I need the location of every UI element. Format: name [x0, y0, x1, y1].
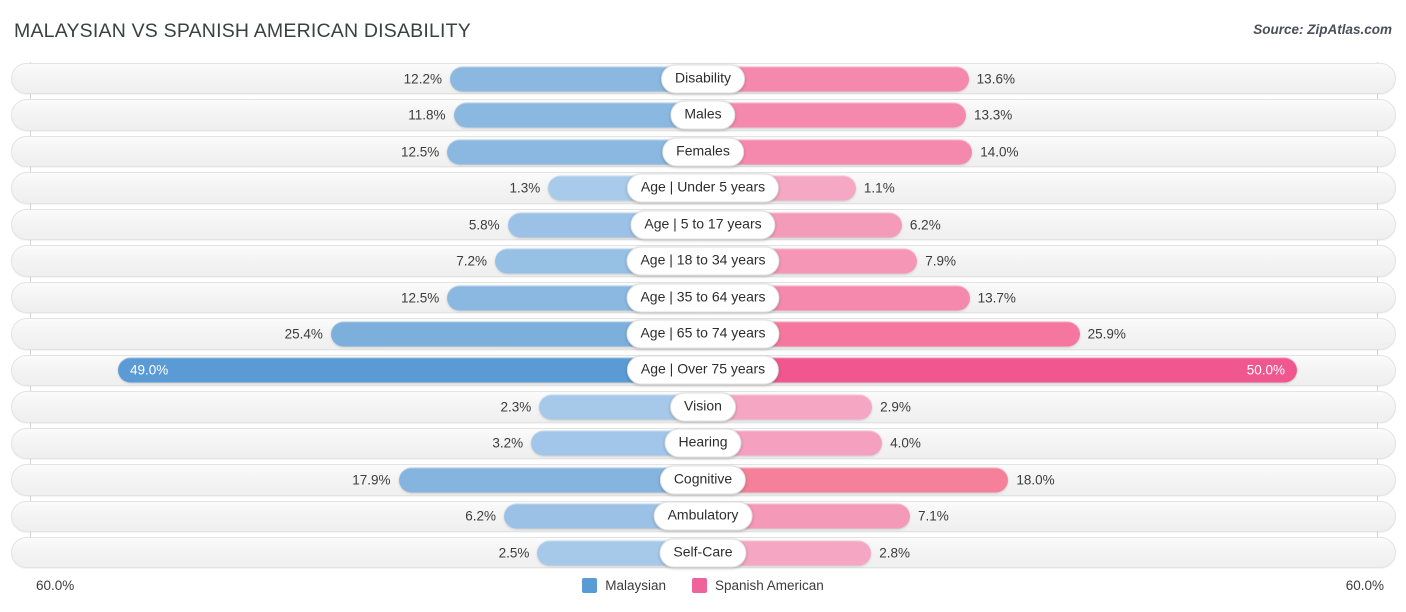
category-label-pill: Age | 18 to 34 years: [626, 246, 780, 276]
bar-malaysian[interactable]: [118, 357, 703, 383]
legend-label: Malaysian: [605, 578, 666, 593]
table-row: 49.0% 50.0% Age | Over 75 years: [0, 354, 1406, 387]
value-label-spanish-american: 2.8%: [879, 545, 911, 561]
table-row: 2.5% 2.8% Self-Care: [0, 536, 1406, 569]
chart-header: MALAYSIAN VS SPANISH AMERICAN DISABILITY…: [0, 0, 1406, 56]
category-label-pill: Females: [662, 137, 744, 167]
category-label-pill: Ambulatory: [653, 501, 753, 531]
value-label-spanish-american: 18.0%: [1016, 472, 1055, 488]
value-label-spanish-american: 7.9%: [925, 253, 957, 269]
legend-swatch-icon: [582, 578, 598, 593]
category-label-pill: Cognitive: [659, 465, 747, 495]
bar-spanish-american[interactable]: [703, 467, 1009, 493]
value-label-spanish-american: 13.3%: [973, 107, 1013, 123]
value-label-spanish-american: 50.0%: [1246, 362, 1285, 378]
chart-legend: Malaysian Spanish American: [0, 578, 1406, 593]
value-label-malaysian: 2.5%: [498, 545, 530, 561]
category-label-pill: Hearing: [664, 428, 742, 458]
bar-malaysian[interactable]: [398, 467, 703, 493]
diverging-bar-chart: 12.2% 13.6% Disability 11.8% 13.3% Males 12.5%…: [0, 62, 1406, 574]
category-label-pill: Age | 35 to 64 years: [626, 283, 780, 312]
value-label-malaysian: 12.5%: [400, 144, 440, 160]
page-title: MALAYSIAN VS SPANISH AMERICAN DISABILITY: [14, 20, 471, 42]
category-label-pill: Males: [670, 100, 736, 130]
value-label-spanish-american: 14.0%: [980, 144, 1019, 160]
bar-spanish-american[interactable]: [703, 102, 966, 128]
table-row: 17.9% 18.0% Cognitive: [0, 463, 1406, 496]
value-label-malaysian: 3.2%: [492, 435, 524, 451]
table-row: 2.3% 2.9% Vision: [0, 390, 1406, 423]
table-row: 5.8% 6.2% Age | 5 to 17 years: [0, 208, 1406, 241]
table-row: 1.3% 1.1% Age | Under 5 years: [0, 171, 1406, 204]
bar-spanish-american[interactable]: [703, 357, 1297, 383]
chart-rows: 12.2% 13.6% Disability 11.8% 13.3% Males 12.5%…: [0, 62, 1406, 573]
category-label-pill: Age | 65 to 74 years: [626, 319, 780, 349]
category-label-pill: Vision: [670, 392, 736, 422]
value-label-spanish-american: 25.9%: [1087, 326, 1126, 342]
value-label-spanish-american: 13.7%: [977, 290, 1016, 305]
category-label-pill: Age | Over 75 years: [626, 355, 780, 385]
legend-swatch-icon: [691, 578, 707, 593]
value-label-spanish-american: 1.1%: [863, 180, 895, 196]
value-label-malaysian: 1.3%: [509, 180, 541, 196]
bar-malaysian[interactable]: [453, 102, 703, 128]
category-label-pill: Age | Under 5 years: [626, 173, 780, 203]
value-label-malaysian: 12.5%: [400, 290, 440, 305]
source-attribution: Source: ZipAtlas.com: [1253, 22, 1392, 37]
category-label-pill: Self-Care: [659, 538, 747, 568]
category-label-pill: Age | 5 to 17 years: [630, 210, 776, 240]
table-row: 12.5% 13.7% Age | 35 to 64 years: [0, 281, 1406, 314]
value-label-malaysian: 6.2%: [465, 508, 497, 524]
table-row: 11.8% 13.3% Males: [0, 98, 1406, 131]
value-label-malaysian: 17.9%: [352, 472, 391, 488]
table-row: 12.5% 14.0% Females: [0, 135, 1406, 168]
legend-item[interactable]: Malaysian: [582, 578, 666, 593]
value-label-malaysian: 5.8%: [468, 217, 500, 233]
table-row: 12.2% 13.6% Disability: [0, 62, 1406, 95]
value-label-spanish-american: 7.1%: [918, 508, 949, 524]
table-row: 6.2% 7.1% Ambulatory: [0, 500, 1406, 533]
value-label-spanish-american: 4.0%: [890, 435, 921, 451]
table-row: 7.2% 7.9% Age | 18 to 34 years: [0, 244, 1406, 277]
chart-footer: 60.0% 60.0% Malaysian Spanish American: [0, 576, 1406, 606]
value-label-malaysian: 7.2%: [456, 253, 488, 269]
value-label-malaysian: 2.3%: [500, 399, 532, 415]
legend-label: Spanish American: [714, 578, 824, 593]
table-row: 3.2% 4.0% Hearing: [0, 427, 1406, 460]
category-label-pill: Disability: [660, 64, 746, 94]
value-label-spanish-american: 2.9%: [880, 399, 911, 415]
value-label-malaysian: 12.2%: [403, 71, 442, 87]
value-label-malaysian: 11.8%: [408, 107, 446, 123]
value-label-spanish-american: 6.2%: [909, 217, 941, 233]
legend-item[interactable]: Spanish American: [691, 578, 824, 593]
value-label-malaysian: 49.0%: [130, 362, 169, 378]
value-label-spanish-american: 13.6%: [976, 71, 1015, 87]
table-row: 25.4% 25.9% Age | 65 to 74 years: [0, 317, 1406, 350]
value-label-malaysian: 25.4%: [284, 326, 323, 342]
